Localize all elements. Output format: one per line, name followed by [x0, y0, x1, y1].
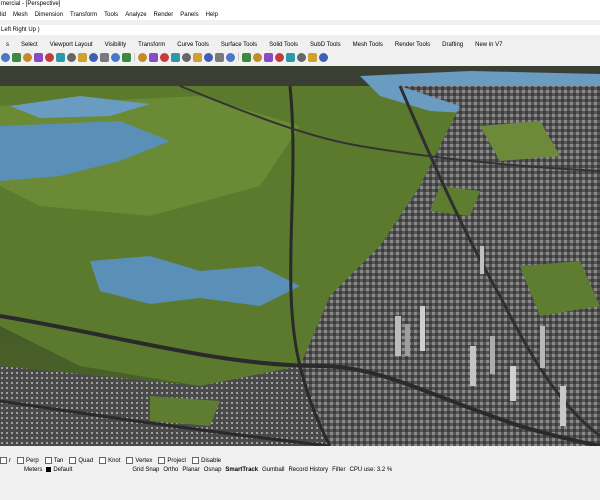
- osnap-bar: r Perp Tan Quad Knot Vertex Project Disa…: [0, 456, 600, 465]
- tab-drafting[interactable]: Drafting: [442, 42, 463, 48]
- bottom-area: [0, 474, 600, 500]
- menu-dimension[interactable]: Dimension: [35, 12, 63, 18]
- osnap-item[interactable]: Quad: [69, 457, 93, 464]
- osnap-item[interactable]: Project: [158, 457, 186, 464]
- tab-surface-tools[interactable]: Surface Tools: [221, 42, 257, 48]
- checkbox-icon[interactable]: [17, 457, 24, 464]
- status-ortho[interactable]: Ortho: [163, 467, 178, 473]
- window-title: mercial - [Perspective]: [1, 1, 61, 7]
- perspective-viewport[interactable]: [0, 66, 600, 446]
- units-label[interactable]: Meters: [24, 467, 42, 473]
- undo-view-icon[interactable]: [78, 52, 87, 62]
- checkbox-icon[interactable]: [158, 457, 166, 464]
- pen-icon[interactable]: [308, 52, 317, 62]
- tab-render-tools[interactable]: Render Tools: [395, 42, 430, 48]
- menu-bar: lid Mesh Dimension Transform Tools Analy…: [0, 9, 600, 20]
- artistic-icon[interactable]: [297, 52, 306, 62]
- tab-viewport-layout[interactable]: Viewport Layout: [50, 42, 93, 48]
- zoom-extents-icon[interactable]: [56, 52, 65, 62]
- capture-icon[interactable]: [122, 52, 131, 62]
- unlock-icon[interactable]: [160, 52, 169, 62]
- osnap-item[interactable]: Disable: [192, 457, 221, 464]
- menu-analyze[interactable]: Analyze: [125, 12, 146, 18]
- rendered-icon[interactable]: [253, 52, 262, 62]
- four-view-icon[interactable]: [89, 52, 98, 62]
- terrain-render: [0, 66, 600, 446]
- zoom-icon[interactable]: [34, 52, 43, 62]
- checkbox-icon[interactable]: [69, 457, 77, 464]
- checkbox-icon[interactable]: [99, 457, 107, 464]
- tab-select[interactable]: Select: [21, 42, 38, 48]
- osnap-item[interactable]: Tan: [44, 457, 63, 464]
- hand-icon[interactable]: [1, 52, 10, 62]
- osnap-item[interactable]: Vertex: [126, 457, 152, 464]
- title-bar: mercial - [Perspective]: [0, 0, 600, 9]
- layer-swatch[interactable]: Default: [46, 467, 72, 473]
- zoom-selected-icon[interactable]: [67, 52, 76, 62]
- ghosted-icon[interactable]: [264, 52, 273, 62]
- toolbar-separator: [238, 53, 239, 61]
- material-icon[interactable]: [204, 52, 213, 62]
- osnap-item[interactable]: Knot: [99, 457, 120, 464]
- toolbar-icons: [0, 50, 600, 64]
- menu-solid[interactable]: lid: [0, 12, 6, 18]
- select-icon[interactable]: [138, 52, 147, 62]
- menu-panels[interactable]: Panels: [180, 12, 198, 18]
- tab-transform[interactable]: Transform: [138, 42, 165, 48]
- menu-transform[interactable]: Transform: [70, 12, 97, 18]
- grid-icon[interactable]: [100, 52, 109, 62]
- status-bar: Meters Default Grid Snap Ortho Planar Os…: [0, 465, 600, 474]
- status-planar[interactable]: Planar: [182, 467, 199, 473]
- status-osnap[interactable]: Osnap: [204, 467, 222, 473]
- checkbox-icon[interactable]: [44, 457, 52, 464]
- menu-help[interactable]: Help: [206, 12, 218, 18]
- status-cpu: CPU use: 3.2 %: [349, 466, 393, 473]
- light-icon[interactable]: [215, 52, 224, 62]
- status-gumball[interactable]: Gumball: [262, 467, 284, 473]
- help-icon[interactable]: [319, 52, 328, 62]
- camera-icon[interactable]: [111, 52, 120, 62]
- wireframe-icon[interactable]: [226, 52, 235, 62]
- tab-subd-tools[interactable]: SubD Tools: [310, 42, 341, 48]
- zoom-window-icon[interactable]: [45, 52, 54, 62]
- menu-render[interactable]: Render: [154, 12, 174, 18]
- checkbox-icon[interactable]: [126, 457, 134, 464]
- pan-icon[interactable]: [12, 52, 21, 62]
- tab-new-in-v7[interactable]: New in V7: [475, 42, 502, 48]
- tab-curve-tools[interactable]: Curve Tools: [177, 42, 209, 48]
- render-icon[interactable]: [193, 52, 202, 62]
- lock-icon[interactable]: [149, 52, 158, 62]
- toolbar-separator: [134, 53, 135, 61]
- layer-color-icon: [46, 467, 52, 472]
- rotate-icon[interactable]: [23, 52, 32, 62]
- technical-icon[interactable]: [286, 52, 295, 62]
- osnap-item[interactable]: r: [0, 457, 11, 464]
- osnap-item[interactable]: Perp: [17, 457, 39, 464]
- shaded-icon[interactable]: [242, 52, 251, 62]
- status-grid-snap[interactable]: Grid Snap: [132, 467, 159, 473]
- command-prompt: Left Right Up ): [1, 27, 40, 33]
- tab-mesh-tools[interactable]: Mesh Tools: [353, 42, 383, 48]
- status-filter[interactable]: Filter: [332, 467, 345, 473]
- toolbar-tabs: s Select Viewport Layout Visibility Tran…: [0, 40, 600, 50]
- menu-tools[interactable]: Tools: [104, 12, 118, 18]
- status-record-history[interactable]: Record History: [288, 467, 328, 473]
- checkbox-icon[interactable]: [192, 457, 200, 464]
- checkbox-icon[interactable]: [0, 457, 7, 464]
- xray-icon[interactable]: [275, 52, 284, 62]
- tab-solid-tools[interactable]: Solid Tools: [269, 42, 298, 48]
- command-line[interactable]: Left Right Up ): [0, 25, 600, 35]
- status-smarttrack[interactable]: SmartTrack: [225, 467, 258, 473]
- menu-mesh[interactable]: Mesh: [13, 12, 28, 18]
- properties-icon[interactable]: [182, 52, 191, 62]
- tab-standard[interactable]: s: [6, 42, 9, 48]
- tab-visibility[interactable]: Visibility: [105, 42, 127, 48]
- layer-icon[interactable]: [171, 52, 180, 62]
